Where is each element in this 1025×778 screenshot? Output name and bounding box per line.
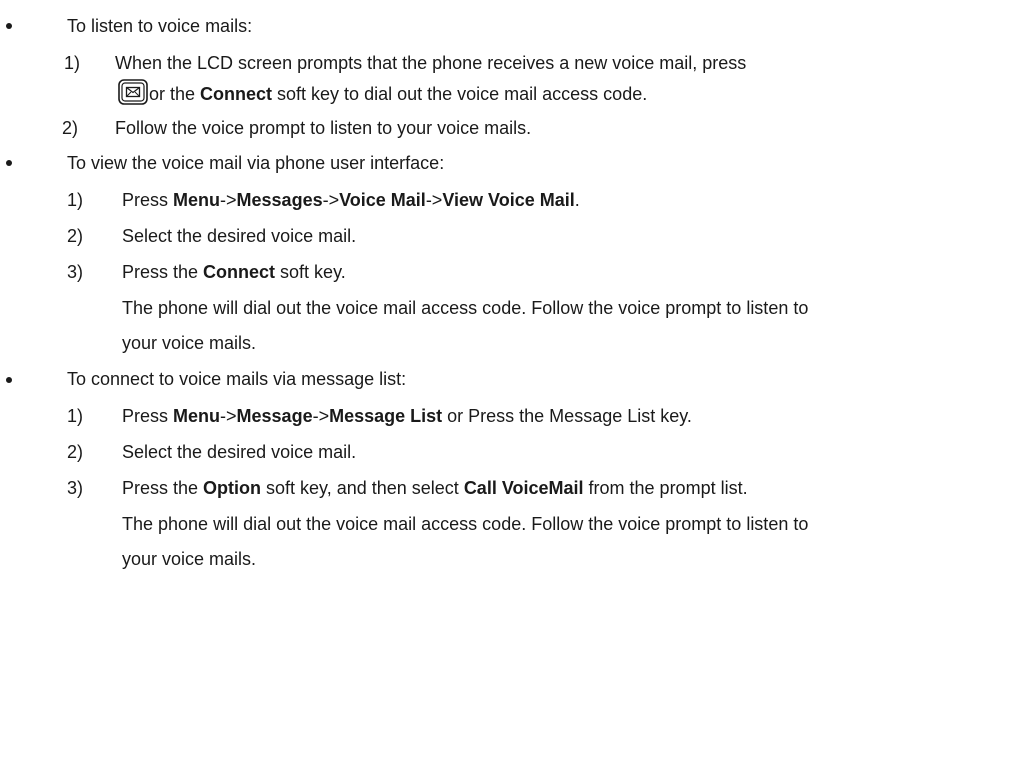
step-text: Select the desired voice mail. bbox=[122, 226, 357, 246]
step-text: Press the Option soft key, and then sele… bbox=[122, 478, 748, 498]
step-text: When the LCD screen prompts that the pho… bbox=[115, 53, 747, 73]
step-number: 2) bbox=[67, 226, 84, 246]
step-note: The phone will dial out the voice mail a… bbox=[122, 514, 809, 534]
step-text: Follow the voice prompt to listen to you… bbox=[115, 118, 532, 138]
bullet-icon bbox=[6, 160, 12, 166]
step-number: 1) bbox=[67, 190, 84, 210]
step-text: Press Menu->Messages->Voice Mail->View V… bbox=[122, 190, 580, 210]
step-number: 1) bbox=[67, 406, 84, 426]
step-text: Press Menu->Message->Message List or Pre… bbox=[122, 406, 692, 426]
section-heading-connect: To connect to voice mails via message li… bbox=[67, 369, 407, 389]
step-text: Select the desired voice mail. bbox=[122, 442, 357, 462]
step-number: 3) bbox=[67, 262, 84, 282]
step-number: 3) bbox=[67, 478, 84, 498]
step-note: The phone will dial out the voice mail a… bbox=[122, 298, 809, 318]
message-key-icon bbox=[118, 79, 148, 105]
step-text: Press the Connect soft key. bbox=[122, 262, 346, 282]
step-number: 1) bbox=[64, 53, 81, 73]
step-number: 2) bbox=[62, 118, 79, 138]
bullet-icon bbox=[6, 23, 12, 29]
bullet-icon bbox=[6, 377, 12, 383]
section-heading-view: To view the voice mail via phone user in… bbox=[67, 153, 445, 173]
step-number: 2) bbox=[67, 442, 84, 462]
section-heading-listen: To listen to voice mails: bbox=[67, 16, 253, 36]
step-note: your voice mails. bbox=[122, 333, 257, 353]
step-note: your voice mails. bbox=[122, 549, 257, 569]
step-text-continued: or the Connect soft key to dial out the … bbox=[149, 84, 648, 104]
